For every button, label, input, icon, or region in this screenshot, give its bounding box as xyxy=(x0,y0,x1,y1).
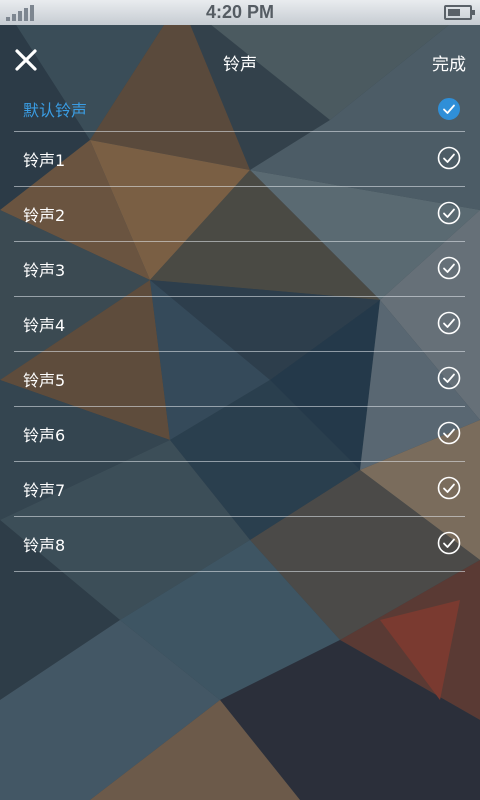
selected-check-icon[interactable] xyxy=(437,97,461,121)
ringtone-label: 铃声6 xyxy=(23,426,66,445)
check-circle-icon[interactable] xyxy=(437,366,461,390)
ringtone-label: 铃声2 xyxy=(23,206,66,225)
ringtone-label: 默认铃声 xyxy=(23,100,88,120)
signal-icon xyxy=(6,5,34,21)
check-circle-icon[interactable] xyxy=(437,256,461,280)
page-title: 铃声 xyxy=(223,55,257,75)
battery-icon xyxy=(444,5,475,20)
check-circle-icon[interactable] xyxy=(437,146,461,170)
ringtone-item[interactable]: 铃声4 xyxy=(14,297,465,352)
ringtone-item[interactable]: 铃声8 xyxy=(14,517,465,572)
ringtone-item[interactable]: 铃声1 xyxy=(14,132,465,187)
ringtone-item[interactable]: 铃声2 xyxy=(14,187,465,242)
check-circle-icon[interactable] xyxy=(437,311,461,335)
ringtone-item[interactable]: 铃声6 xyxy=(14,407,465,462)
status-bar: 4:20 PM xyxy=(0,0,480,25)
check-circle-icon[interactable] xyxy=(437,421,461,445)
ringtone-label: 铃声5 xyxy=(23,371,66,390)
ringtone-item[interactable]: 铃声5 xyxy=(14,352,465,407)
ringtone-label: 铃声8 xyxy=(23,536,66,555)
ringtone-item[interactable]: 默认铃声 xyxy=(14,86,465,132)
ringtone-item[interactable]: 铃声3 xyxy=(14,242,465,297)
ringtone-list: 默认铃声铃声1 铃声2 铃声3 铃声4 铃声5 铃声6 铃声7 铃声8 xyxy=(14,86,465,572)
ringtone-label: 铃声7 xyxy=(23,481,66,500)
check-circle-icon[interactable] xyxy=(437,531,461,555)
done-button[interactable]: 完成 xyxy=(432,50,466,75)
status-time: 4:20 PM xyxy=(205,2,275,22)
check-circle-icon[interactable] xyxy=(437,201,461,225)
ringtone-item[interactable]: 铃声7 xyxy=(14,462,465,517)
ringtone-label: 铃声4 xyxy=(23,316,66,335)
ringtone-label: 铃声1 xyxy=(23,151,66,170)
ringtone-label: 铃声3 xyxy=(23,261,66,280)
check-circle-icon[interactable] xyxy=(437,476,461,500)
